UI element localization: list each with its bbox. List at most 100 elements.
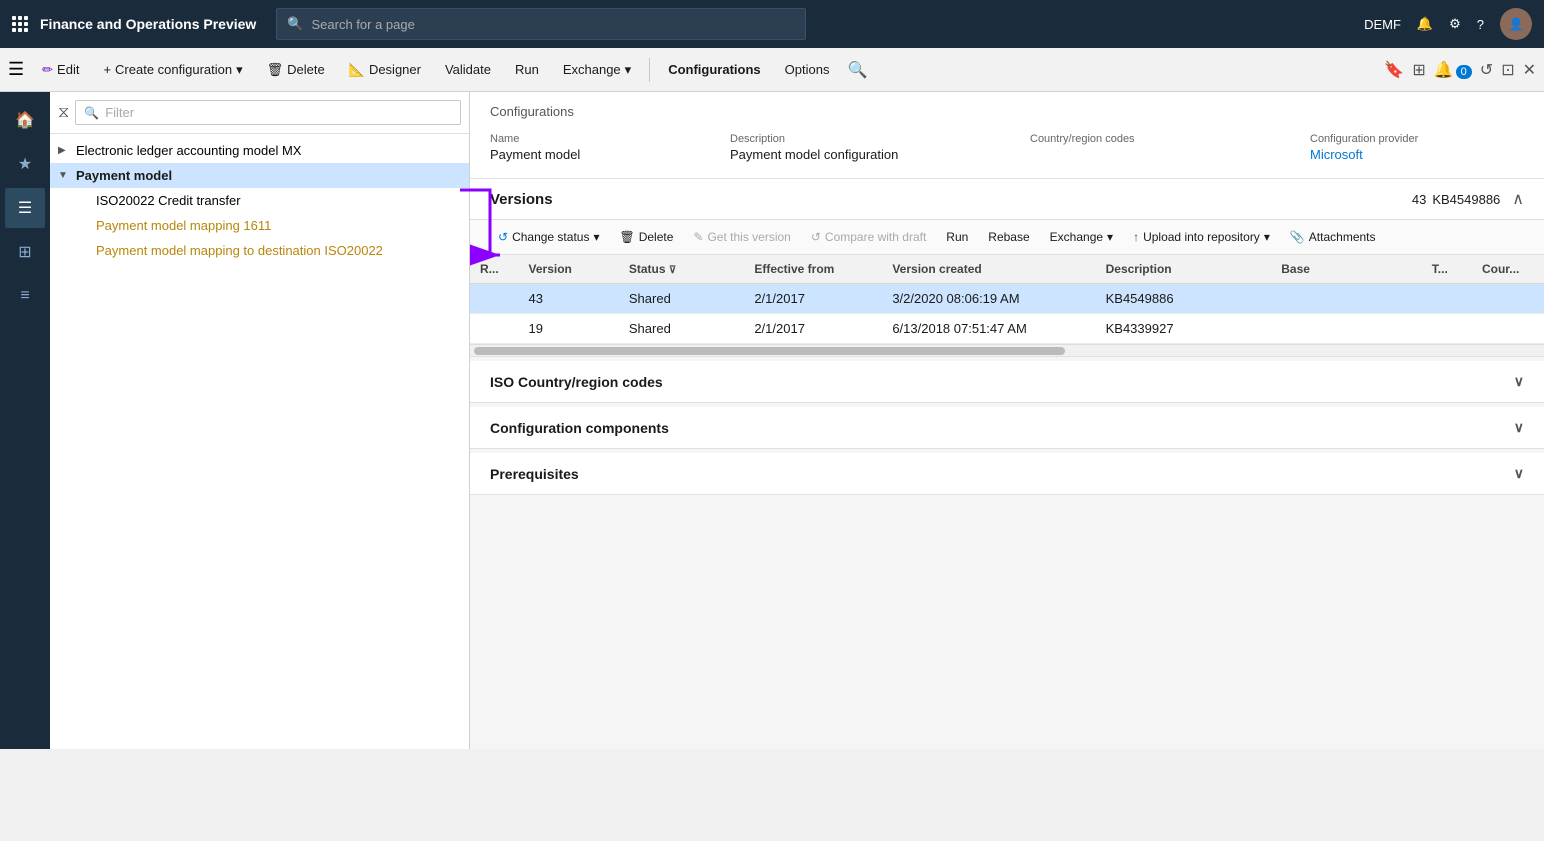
run-button[interactable]: Run <box>505 56 549 83</box>
iso-country-chevron: ∨ <box>1514 373 1524 390</box>
row2-description: KB4339927 <box>1096 314 1272 344</box>
top-nav: Finance and Operations Preview 🔍 Search … <box>0 0 1544 48</box>
sidebar-home-icon[interactable]: 🏠 <box>5 100 45 140</box>
country-field: Country/region codes <box>1030 129 1310 166</box>
sidebar-grid-icon[interactable]: ⊞ <box>5 232 45 272</box>
help-icon[interactable]: ? <box>1477 17 1484 32</box>
validate-button[interactable]: Validate <box>435 56 501 83</box>
col-effective-from: Effective from <box>744 255 882 284</box>
search-toolbar-icon[interactable]: 🔍 <box>847 60 867 80</box>
run-label: Run <box>515 62 539 77</box>
config-fields: Name Payment model Description Payment m… <box>490 129 1524 166</box>
options-label: Options <box>785 62 830 77</box>
payment-model-label: Payment model <box>76 168 461 183</box>
config-components-header[interactable]: Configuration components ∨ <box>470 407 1544 448</box>
delete-button[interactable]: 🗑 Delete <box>257 56 335 84</box>
chevron-down-icon: ▾ <box>236 62 243 78</box>
notification-bell-icon[interactable]: 🔔 <box>1417 16 1433 32</box>
designer-button[interactable]: 📐 Designer <box>339 56 431 84</box>
row2-created: 6/13/2018 07:51:47 AM <box>882 314 1095 344</box>
versions-run-label: Run <box>946 230 968 244</box>
table-scrollbar[interactable] <box>470 344 1544 356</box>
sidebar-list-icon[interactable]: ≡ <box>5 276 45 316</box>
attachments-button[interactable]: 📎 Attachments <box>1282 226 1384 248</box>
designer-label: Designer <box>369 62 421 77</box>
tree-item-electronic-ledger[interactable]: ▶ Electronic ledger accounting model MX <box>50 138 469 163</box>
versions-exchange-button[interactable]: Exchange ▾ <box>1042 226 1121 248</box>
exchange-label: Exchange <box>563 62 621 77</box>
sidebar-star-icon[interactable]: ★ <box>5 144 45 184</box>
delete-icon: 🗑 <box>267 62 284 78</box>
search-bar[interactable]: 🔍 Search for a page <box>276 8 806 40</box>
name-value: Payment model <box>490 147 730 162</box>
content-area: Configurations Name Payment model Descri… <box>470 92 1544 749</box>
upload-chevron: ▾ <box>1264 230 1270 244</box>
validate-label: Validate <box>445 62 491 77</box>
hamburger-icon[interactable]: ☰ <box>8 59 24 80</box>
settings-icon[interactable]: ⚙ <box>1449 16 1461 32</box>
versions-run-button[interactable]: Run <box>938 226 976 248</box>
tree-item-iso20022[interactable]: ISO20022 Credit transfer <box>70 188 469 213</box>
row2-country <box>1472 314 1544 344</box>
versions-exchange-chevron: ▾ <box>1107 230 1113 244</box>
edit-button[interactable]: ✏ Edit <box>32 56 89 84</box>
configurations-tab[interactable]: Configurations <box>658 56 770 83</box>
filter-icon[interactable]: ⧖ <box>58 104 69 122</box>
sidebar: 🏠 ★ ☰ ⊞ ≡ <box>0 92 50 749</box>
exchange-chevron-icon: ▾ <box>625 62 632 78</box>
description-field: Description Payment model configuration <box>730 129 1030 166</box>
close-icon[interactable]: ✕ <box>1523 60 1536 80</box>
refresh-icon[interactable]: ↺ <box>1480 60 1493 80</box>
row1-rownum <box>470 284 519 314</box>
versions-table-container: R... Version Status ⊽ Effective from Ver… <box>470 255 1544 344</box>
iso-country-header[interactable]: ISO Country/region codes ∨ <box>470 361 1544 402</box>
prerequisites-header[interactable]: Prerequisites ∨ <box>470 453 1544 494</box>
exchange-button[interactable]: Exchange ▾ <box>553 56 641 84</box>
row2-effective: 2/1/2017 <box>744 314 882 344</box>
table-row[interactable]: 43 Shared 2/1/2017 3/2/2020 08:06:19 AM … <box>470 284 1544 314</box>
filter-icon-status[interactable]: ⊽ <box>669 265 676 276</box>
options-tab[interactable]: Options <box>775 56 840 83</box>
tree-item-payment-model[interactable]: ▼ Payment model <box>50 163 469 188</box>
expand-icon[interactable]: ⊞ <box>1412 60 1425 80</box>
get-this-version-button[interactable]: ✎ Get this version <box>685 226 798 248</box>
iso-country-label: ISO Country/region codes <box>490 374 663 390</box>
delete-label: Delete <box>287 62 325 77</box>
compare-with-draft-button[interactable]: ↺ Compare with draft <box>803 226 934 248</box>
user-label: DEMF <box>1364 17 1401 32</box>
bookmark-icon[interactable]: 🔖 <box>1384 60 1404 80</box>
change-status-label: Change status <box>512 230 589 244</box>
tree-item-mapping-1611[interactable]: Payment model mapping 1611 <box>70 213 469 238</box>
change-status-button[interactable]: ↺ Change status ▾ <box>490 226 607 248</box>
rebase-button[interactable]: Rebase <box>980 226 1037 248</box>
col-base: Base <box>1271 255 1422 284</box>
get-this-version-label: Get this version <box>707 230 790 244</box>
main-toolbar: ☰ ✏ Edit + Create configuration ▾ 🗑 Dele… <box>0 48 1544 92</box>
compare-icon: ↺ <box>811 230 821 244</box>
versions-table-body: 43 Shared 2/1/2017 3/2/2020 08:06:19 AM … <box>470 284 1544 344</box>
iso20022-label: ISO20022 Credit transfer <box>96 193 461 208</box>
row1-description: KB4549886 <box>1096 284 1272 314</box>
provider-field: Configuration provider Microsoft <box>1310 129 1524 166</box>
create-configuration-button[interactable]: + Create configuration ▾ <box>93 56 252 84</box>
versions-collapse-button[interactable]: ∧ <box>1512 189 1524 209</box>
name-label: Name <box>490 133 730 145</box>
table-row[interactable]: 19 Shared 2/1/2017 6/13/2018 07:51:47 AM… <box>470 314 1544 344</box>
tree-item-mapping-dest[interactable]: Payment model mapping to destination ISO… <box>70 238 469 263</box>
restore-icon[interactable]: ⊡ <box>1501 60 1514 80</box>
app-grid-icon[interactable] <box>12 16 28 32</box>
config-header: Configurations Name Payment model Descri… <box>470 92 1544 179</box>
notifications-badge-icon[interactable]: 🔔0 <box>1434 60 1472 80</box>
provider-value[interactable]: Microsoft <box>1310 147 1524 162</box>
versions-section: Versions 43 KB4549886 ∧ ↺ Change status … <box>470 179 1544 357</box>
user-avatar[interactable]: 👤 <box>1500 8 1532 40</box>
sidebar-lines-icon[interactable]: ☰ <box>5 188 45 228</box>
filter-input[interactable]: 🔍 Filter <box>75 100 461 125</box>
upload-repository-button[interactable]: ↑ Upload into repository ▾ <box>1125 226 1278 248</box>
search-placeholder: Search for a page <box>311 17 414 32</box>
main-area: 🏠 ★ ☰ ⊞ ≡ ⧖ 🔍 Filter ▶ Electronic ledger… <box>0 92 1544 749</box>
description-value: Payment model configuration <box>730 147 1030 162</box>
versions-delete-button[interactable]: 🗑 Delete <box>611 226 681 248</box>
mapping-1611-label: Payment model mapping 1611 <box>96 218 461 233</box>
row1-status: Shared <box>619 284 744 314</box>
